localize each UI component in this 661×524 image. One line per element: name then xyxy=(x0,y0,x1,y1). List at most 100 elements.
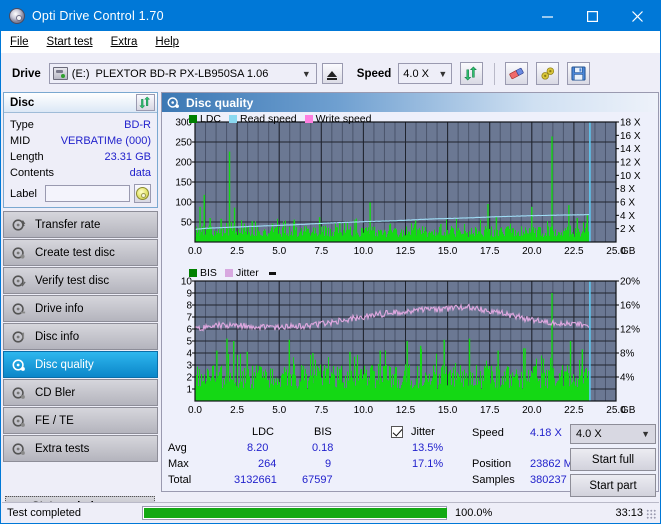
axis-tick-bottom: 7.5 xyxy=(314,246,328,257)
menu-start-test[interactable]: Start test xyxy=(47,36,93,48)
axis-tick-right: 8 X xyxy=(620,184,635,195)
disc-info-icon xyxy=(12,330,25,343)
speed-label: Speed xyxy=(356,67,392,80)
legend-swatch-marker xyxy=(268,271,276,275)
sidebar-item-extra-tests[interactable]: Extra tests xyxy=(3,435,158,462)
legend-swatch-write-speed xyxy=(304,115,313,123)
speed-value: 4.0 X xyxy=(403,67,429,80)
chart-bottom-plot[interactable]: 123456789104%8%12%16%20%0.0 2.5 5.0 7.5 10.0… xyxy=(162,267,658,424)
refresh-icon xyxy=(139,96,151,109)
disc-panel-header: Disc xyxy=(4,93,157,113)
legend-swatch-bis xyxy=(189,269,197,277)
axis-tick-right: 20% xyxy=(620,277,640,288)
disc-fete-icon xyxy=(12,414,25,427)
minimize-icon[interactable] xyxy=(525,1,570,31)
sidebar-item-create-test-disc[interactable]: Create test disc xyxy=(3,239,158,266)
axis-tick-right: 12 X xyxy=(620,158,641,169)
status-message: Test completed xyxy=(7,506,81,519)
axis-tick-right: 16% xyxy=(620,301,640,312)
disc-label-button[interactable] xyxy=(133,184,151,203)
stats-jitter-avg: 13.5% xyxy=(412,442,444,454)
axis-tick-left: 250 xyxy=(175,138,192,149)
disc-refresh-button[interactable] xyxy=(136,94,155,111)
axis-tick-right: 16 X xyxy=(620,131,641,142)
disc-label-caption: Label xyxy=(10,187,37,200)
sidebar-item-label: Verify test disc xyxy=(35,274,110,287)
axis-tick-bottom: 22.5 xyxy=(564,246,584,257)
axis-tick-left: 5 xyxy=(186,337,192,348)
axis-tick-right: 4 X xyxy=(620,211,635,222)
status-bar: Test completed 100.0% 33:13 xyxy=(2,502,659,522)
start-full-button[interactable]: Start full xyxy=(570,448,656,471)
disc-properties: Type BD-R MID VERBATIMe (000) Length 23.… xyxy=(4,113,157,203)
disc-mid-value: VERBATIMe (000) xyxy=(60,135,151,147)
drive-select[interactable]: (E:) PLEXTOR BD-R PX-LB950SA 1.06 ▼ xyxy=(48,63,317,84)
disc-label-row: Label xyxy=(10,184,151,203)
menu-file-label: File xyxy=(10,36,29,48)
maximize-icon[interactable] xyxy=(570,1,615,31)
disc-row-mid: MID VERBATIMe (000) xyxy=(10,133,151,149)
stats-col-ldc: LDC xyxy=(252,426,275,438)
stats-bis-max: 9 xyxy=(325,458,332,470)
save-button[interactable] xyxy=(567,62,591,85)
speed-select[interactable]: 4.0 X ▼ xyxy=(398,63,453,84)
sidebar-item-transfer-rate[interactable]: Transfer rate xyxy=(3,211,158,238)
axis-tick-left: 2 xyxy=(186,373,192,384)
disc-extra-icon xyxy=(12,442,25,455)
start-part-button[interactable]: Start part xyxy=(570,474,656,497)
resize-grip[interactable] xyxy=(646,509,656,519)
title-bar: Opti Drive Control 1.70 xyxy=(1,1,660,31)
disc-panel-title: Disc xyxy=(10,96,35,109)
axis-tick-bottom: 12.5 xyxy=(396,246,416,257)
legend-swatch-jitter xyxy=(224,269,233,277)
axis-tick-right: 14 X xyxy=(620,144,641,155)
drive-info-icon xyxy=(12,302,26,315)
sidebar-item-fe-te[interactable]: FE / TE xyxy=(3,407,158,434)
axis-tick-right: 2 X xyxy=(620,224,635,235)
chart-top-plot[interactable]: 501001502002503002 X4 X6 X8 X10 X12 X14 … xyxy=(162,112,658,267)
stats-ldc-total: 3132661 xyxy=(234,474,277,486)
sidebar-item-disc-info[interactable]: Disc info xyxy=(3,323,158,350)
disc-label-input[interactable] xyxy=(44,185,130,202)
menu-help[interactable]: Help xyxy=(155,36,179,48)
test-speed-select[interactable]: 4.0 X ▼ xyxy=(570,424,656,444)
sidebar-item-verify-test-disc[interactable]: Verify test disc xyxy=(3,267,158,294)
stats-samples-value: 380237 xyxy=(530,474,567,486)
window-controls xyxy=(525,1,660,31)
erase-button[interactable] xyxy=(505,62,529,85)
save-icon xyxy=(571,66,586,81)
axis-tick-bottom: 22.5 xyxy=(564,405,584,416)
progress-fill xyxy=(144,507,447,518)
menu-help-label: Help xyxy=(155,36,180,48)
tools-button[interactable] xyxy=(536,62,560,85)
stats-speed-value: 4.18 X xyxy=(530,427,562,439)
close-icon[interactable] xyxy=(615,1,660,31)
menu-file[interactable]: File xyxy=(10,36,29,48)
jitter-checkbox[interactable] xyxy=(391,426,403,438)
disc-length-label: Length xyxy=(10,151,44,163)
sidebar-item-label: Disc info xyxy=(35,330,80,343)
axis-tick-bottom: 15.0 xyxy=(438,405,458,416)
axis-tick-bottom: 7.5 xyxy=(314,405,328,416)
refresh-button[interactable] xyxy=(460,62,484,85)
application-window: Opti Drive Control 1.70 File Start test … xyxy=(0,0,661,524)
sidebar-item-disc-quality[interactable]: Disc quality xyxy=(3,351,158,378)
chevron-down-icon: ▼ xyxy=(438,68,448,79)
stats-speed-label: Speed xyxy=(472,427,504,439)
stats-ldc-max: 264 xyxy=(258,458,277,470)
content-title: Disc quality xyxy=(186,95,254,110)
axis-tick-left: 4 xyxy=(186,349,192,360)
disc-type-value: BD-R xyxy=(124,119,151,131)
eject-button[interactable] xyxy=(321,63,343,84)
chart-bottom-legend: BIS Jitter xyxy=(189,267,276,279)
sidebar-item-label: Create test disc xyxy=(35,246,115,259)
sidebar-item-cd-bler[interactable]: CD Bler xyxy=(3,379,158,406)
axis-tick-bottom: 20.0 xyxy=(522,246,542,257)
axis-tick-left: 50 xyxy=(181,218,193,229)
tools-icon xyxy=(541,67,554,80)
menu-extra[interactable]: Extra xyxy=(111,36,138,48)
disc-row-length: Length 23.31 GB xyxy=(10,149,151,165)
axis-tick-left: 3 xyxy=(186,361,192,372)
legend-label-ldc: LDC xyxy=(200,113,222,125)
sidebar-item-drive-info[interactable]: Drive info xyxy=(3,295,158,322)
